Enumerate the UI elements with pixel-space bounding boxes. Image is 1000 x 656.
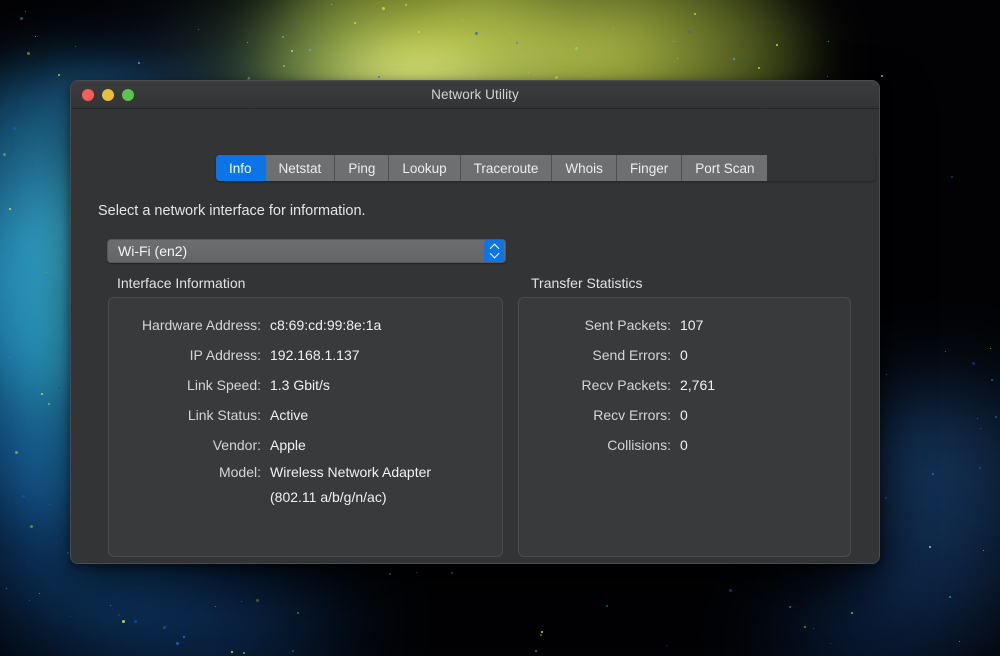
info-row-key: Sent Packets: bbox=[584, 317, 671, 333]
tab-label: Whois bbox=[565, 160, 603, 176]
network-interface-select[interactable]: Wi-Fi (en2) bbox=[107, 239, 506, 263]
tab-netstat[interactable]: Netstat bbox=[265, 155, 336, 181]
info-row-value: 1.3 Gbit/s bbox=[270, 377, 330, 393]
tab-label: Lookup bbox=[402, 160, 447, 176]
transfer-statistics-label: Transfer Statistics bbox=[531, 275, 643, 291]
tab-label: Port Scan bbox=[695, 160, 755, 176]
network-interface-select-value: Wi-Fi (en2) bbox=[118, 243, 188, 259]
minimize-button[interactable] bbox=[102, 88, 114, 101]
tab-bar: Info Netstat Ping Lookup Traceroute Whois Fing… bbox=[216, 155, 875, 181]
info-row-value: 0 bbox=[680, 437, 688, 453]
transfer-statistics-rows: Sent Packets: 107 Send Errors: 0 Recv Packet… bbox=[519, 298, 850, 460]
info-row-key: Hardware Address: bbox=[141, 317, 261, 333]
info-row: Model: Wireless Network Adapter (802.11 a… bbox=[109, 460, 502, 510]
info-row: Link Status: Active bbox=[109, 400, 502, 430]
tab-port-scan[interactable]: Port Scan bbox=[682, 155, 768, 181]
tab-traceroute[interactable]: Traceroute bbox=[460, 155, 553, 181]
info-row-key: Link Speed: bbox=[187, 377, 261, 393]
tab-label: Netstat bbox=[278, 160, 322, 176]
info-row: Vendor: Apple bbox=[109, 430, 502, 460]
info-row: Sent Packets: 107 bbox=[519, 310, 850, 340]
chevron-down-icon bbox=[490, 252, 499, 257]
info-row-key: Link Status: bbox=[187, 407, 261, 423]
info-row-key: Recv Packets: bbox=[581, 377, 671, 393]
info-row: Link Speed: 1.3 Gbit/s bbox=[109, 370, 502, 400]
window-title: Network Utility bbox=[431, 87, 519, 102]
interface-information-label: Interface Information bbox=[117, 275, 246, 291]
info-row: Recv Packets: 2,761 bbox=[519, 370, 850, 400]
info-row-value: Active bbox=[270, 407, 309, 423]
network-utility-window: Network Utility Info Netstat Ping Lookup Tra… bbox=[70, 80, 880, 564]
info-row-value: 0 bbox=[680, 347, 688, 363]
info-row: Send Errors: 0 bbox=[519, 340, 850, 370]
info-row-key: Model: bbox=[218, 464, 261, 480]
window-titlebar[interactable]: Network Utility bbox=[71, 81, 879, 109]
tab-label: Finger bbox=[629, 160, 669, 176]
info-row-value: Apple bbox=[270, 437, 306, 453]
info-row-key: Recv Errors: bbox=[593, 407, 671, 423]
close-button[interactable] bbox=[82, 88, 94, 101]
tab-lookup[interactable]: Lookup bbox=[389, 155, 461, 181]
info-row-value: 192.168.1.137 bbox=[270, 347, 360, 363]
tab-label: Traceroute bbox=[473, 160, 539, 176]
info-row: IP Address: 192.168.1.137 bbox=[109, 340, 502, 370]
chevron-up-down-icon[interactable] bbox=[484, 240, 504, 262]
interface-information-rows: Hardware Address: c8:69:cd:99:8e:1a IP Add… bbox=[109, 298, 502, 510]
tab-label: Ping bbox=[348, 160, 376, 176]
info-row-value: 107 bbox=[680, 317, 704, 333]
window-controls bbox=[82, 81, 134, 108]
tab-info[interactable]: Info bbox=[216, 155, 266, 181]
instruction-text: Select a network interface for informati… bbox=[98, 203, 366, 219]
info-row-value: Wireless Network Adapter (802.11 a/b/g/n… bbox=[270, 464, 432, 505]
info-row-key: Vendor: bbox=[212, 437, 261, 453]
transfer-statistics-panel: Sent Packets: 107 Send Errors: 0 Recv Packet… bbox=[518, 297, 851, 557]
info-row: Hardware Address: c8:69:cd:99:8e:1a bbox=[109, 310, 502, 340]
info-row-key: Collisions: bbox=[607, 437, 671, 453]
info-row: Recv Errors: 0 bbox=[519, 400, 850, 430]
tab-label: Info bbox=[229, 160, 252, 176]
interface-information-panel: Hardware Address: c8:69:cd:99:8e:1a IP Add… bbox=[108, 297, 503, 557]
info-row-key: Send Errors: bbox=[592, 347, 671, 363]
tab-whois[interactable]: Whois bbox=[552, 155, 617, 181]
info-row-value: 2,761 bbox=[680, 377, 716, 393]
window-content: Info Netstat Ping Lookup Traceroute Whois Fing… bbox=[71, 109, 879, 563]
info-row-value: 0 bbox=[680, 407, 688, 423]
info-row-key: IP Address: bbox=[189, 347, 261, 363]
info-row: Collisions: 0 bbox=[519, 430, 850, 460]
tab-ping[interactable]: Ping bbox=[335, 155, 390, 181]
info-row-value: c8:69:cd:99:8e:1a bbox=[270, 317, 382, 333]
tab-finger[interactable]: Finger bbox=[616, 155, 683, 181]
maximize-button[interactable] bbox=[122, 88, 134, 101]
